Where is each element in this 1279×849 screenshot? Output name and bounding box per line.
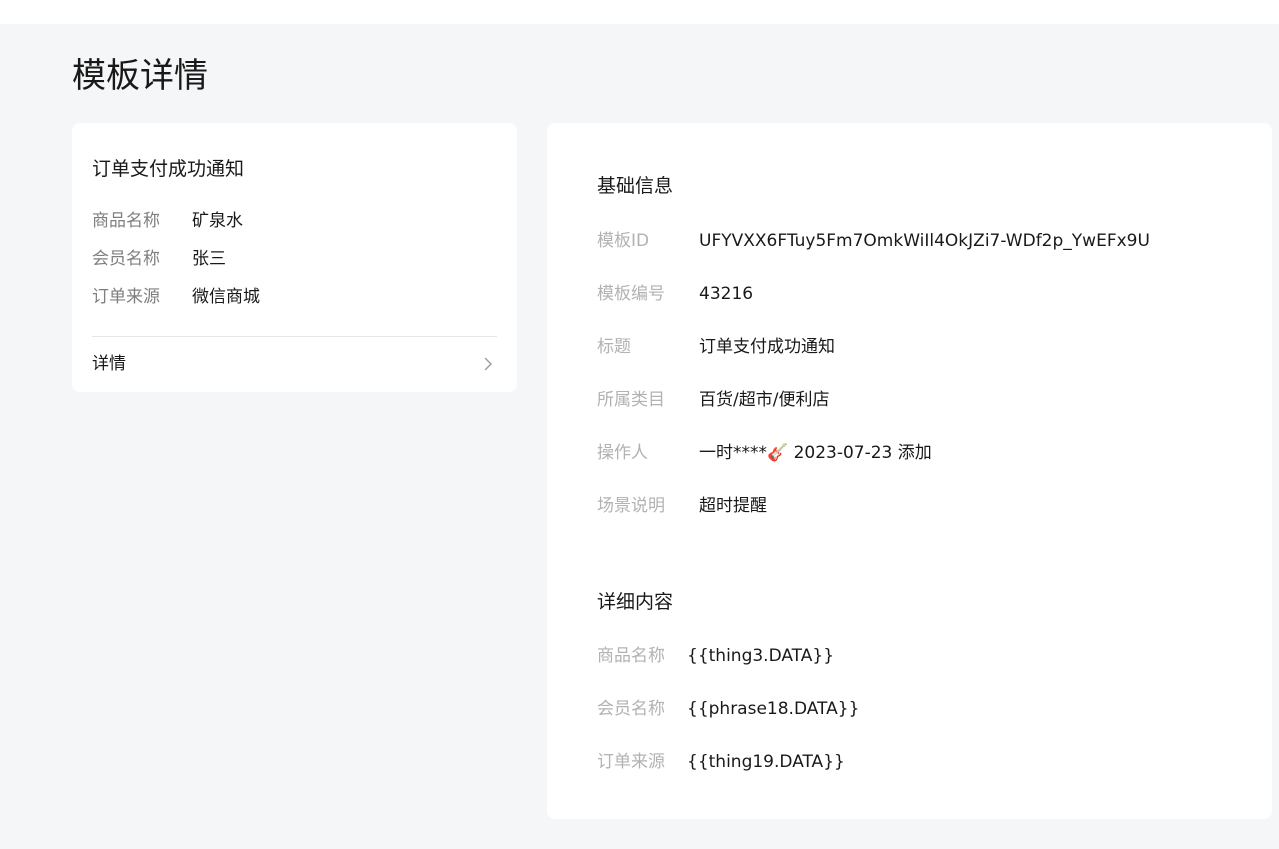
page-title: 模板详情	[72, 56, 208, 96]
content-row-value: {{phrase18.DATA}}	[687, 699, 860, 719]
content-row-value: {{thing19.DATA}}	[687, 752, 845, 772]
template-preview-card: 订单支付成功通知 商品名称 矿泉水 会员名称 张三 订单来源 微信商城 详情	[72, 123, 517, 392]
info-row-key: 模板ID	[597, 231, 650, 251]
template-info-card: 基础信息 模板ID UFYVXX6FTuy5Fm7OmkWiIl4OkJZi7-…	[547, 123, 1272, 819]
preview-row: 订单来源 微信商城	[92, 284, 492, 310]
info-row-value: 一时****🎸 2023-07-23 添加	[699, 443, 932, 463]
info-row-title: 标题 订单支付成功通知	[597, 333, 1257, 361]
top-bar	[0, 0, 1279, 24]
content-row: 订单来源 {{thing19.DATA}}	[597, 748, 1257, 776]
info-row-key: 操作人	[597, 443, 648, 463]
info-row-category: 所属类目 百货/超市/便利店	[597, 386, 1257, 414]
content-row-key: 订单来源	[597, 752, 665, 772]
info-row-key: 模板编号	[597, 284, 665, 304]
preview-row: 商品名称 矿泉水	[92, 208, 492, 234]
preview-row-value: 微信商城	[192, 287, 260, 307]
preview-detail-link[interactable]: 详情	[92, 337, 497, 392]
preview-row-value: 矿泉水	[192, 211, 243, 231]
content-title: 详细内容	[597, 591, 674, 613]
content-row: 会员名称 {{phrase18.DATA}}	[597, 695, 1257, 723]
content-row: 商品名称 {{thing3.DATA}}	[597, 642, 1257, 670]
chevron-right-icon	[484, 357, 492, 371]
info-row-key: 所属类目	[597, 390, 665, 410]
preview-row-key: 订单来源	[92, 287, 160, 307]
preview-row-key: 会员名称	[92, 249, 160, 269]
preview-title: 订单支付成功通知	[92, 158, 245, 180]
info-row-key: 场景说明	[597, 496, 665, 516]
info-row-template-number: 模板编号 43216	[597, 280, 1257, 308]
info-row-value: 超时提醒	[699, 496, 767, 516]
preview-row-value: 张三	[192, 249, 226, 269]
info-row-scene: 场景说明 超时提醒	[597, 492, 1257, 520]
preview-row-key: 商品名称	[92, 211, 160, 231]
basic-info-title: 基础信息	[597, 175, 674, 197]
content-row-key: 会员名称	[597, 699, 665, 719]
info-row-value: 43216	[699, 284, 754, 304]
content-row-key: 商品名称	[597, 646, 665, 666]
info-row-value: 百货/超市/便利店	[699, 390, 830, 410]
info-row-key: 标题	[597, 337, 631, 357]
info-row-template-id: 模板ID UFYVXX6FTuy5Fm7OmkWiIl4OkJZi7-WDf2p…	[597, 227, 1257, 255]
content-row-value: {{thing3.DATA}}	[687, 646, 835, 666]
preview-row: 会员名称 张三	[92, 246, 492, 272]
preview-detail-label: 详情	[92, 354, 126, 374]
info-row-value: 订单支付成功通知	[699, 337, 835, 357]
info-row-operator: 操作人 一时****🎸 2023-07-23 添加	[597, 439, 1257, 467]
info-row-value: UFYVXX6FTuy5Fm7OmkWiIl4OkJZi7-WDf2p_YwEF…	[699, 231, 1150, 251]
